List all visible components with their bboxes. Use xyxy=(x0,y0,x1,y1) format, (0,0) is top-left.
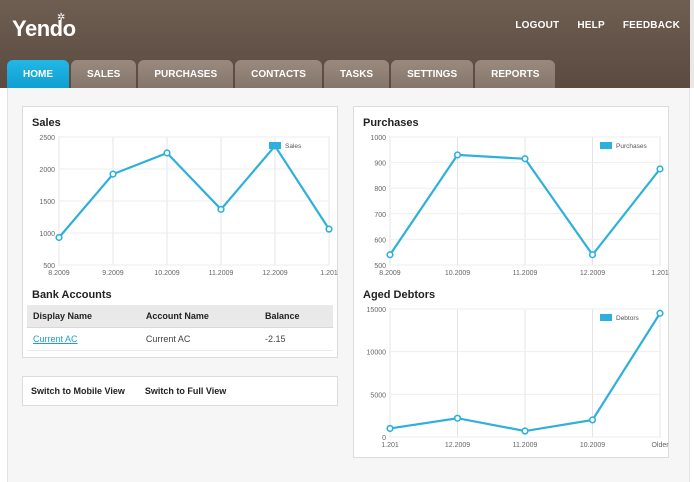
main-tabs: HOME SALES PURCHASES CONTACTS TASKS SETT… xyxy=(7,60,556,88)
legend-label: Debtors xyxy=(616,315,640,322)
right-panel: Purchases 8.2009 10.2009 11.2009 12.2009 1.2… xyxy=(353,106,669,458)
bank-table-header-row: Display Name Account Name Balance xyxy=(27,305,333,328)
data-point xyxy=(386,251,394,259)
left-panel: Sales 8.2009 9.2009 10.2009 11.2009 12.2009 1… xyxy=(22,106,338,358)
switch-mobile-link[interactable]: Switch to Mobile View xyxy=(31,386,125,396)
app-logo[interactable]: Yendo xyxy=(12,16,76,42)
y-tick-label: 0 xyxy=(382,435,386,442)
data-point xyxy=(656,309,664,317)
bank-accounts-title: Bank Accounts xyxy=(32,289,112,301)
logout-link[interactable]: LOGOUT xyxy=(515,20,559,31)
data-point xyxy=(521,427,529,435)
y-tick-label: 500 xyxy=(374,263,386,270)
x-tick-label: 8.2009 xyxy=(379,270,401,277)
col-account-name[interactable]: Account Name xyxy=(139,305,260,328)
legend-swatch xyxy=(600,314,612,321)
y-tick-label: 2500 xyxy=(39,135,55,142)
cell-balance: -2.15 xyxy=(259,327,333,351)
tab-settings[interactable]: SETTINGS xyxy=(391,60,474,88)
x-tick-label: 10.2009 xyxy=(154,270,179,277)
top-header: Yendo ✲ LOGOUT HELP FEEDBACK HOME SALES … xyxy=(0,0,694,88)
legend-label: Sales xyxy=(285,143,302,150)
aged-debtors-title: Aged Debtors xyxy=(363,289,436,301)
y-tick-label: 10000 xyxy=(367,350,387,357)
current-ac-link[interactable]: Current AC xyxy=(33,334,78,344)
legend-swatch xyxy=(269,142,281,149)
switch-full-link[interactable]: Switch to Full View xyxy=(145,386,226,396)
x-tick-label: 10.2009 xyxy=(580,442,605,449)
cell-display-name: Current AC xyxy=(27,327,140,351)
data-point xyxy=(588,416,597,424)
col-balance[interactable]: Balance xyxy=(259,305,333,328)
data-point xyxy=(656,165,664,173)
data-point xyxy=(55,233,63,242)
data-point xyxy=(109,170,117,178)
dashboard-content: Sales 8.2009 9.2009 10.2009 11.2009 12.2009 1… xyxy=(7,88,690,482)
y-tick-label: 800 xyxy=(374,186,386,193)
purchases-title: Purchases xyxy=(363,117,419,129)
purchases-chart: 8.2009 10.2009 11.2009 12.2009 1.201 500 600 70… xyxy=(370,135,669,277)
y-tick-label: 1500 xyxy=(39,199,55,206)
x-tick-label: 12.2009 xyxy=(262,270,287,277)
data-point xyxy=(588,251,597,259)
logo-star-icon: ✲ xyxy=(57,12,66,23)
data-point xyxy=(386,424,394,433)
x-tick-label: 12.2009 xyxy=(580,270,605,277)
y-tick-label: 1000 xyxy=(370,135,386,142)
x-tick-label: 12.2009 xyxy=(445,442,470,449)
col-display-name[interactable]: Display Name xyxy=(27,305,140,328)
tab-purchases[interactable]: PURCHASES xyxy=(138,60,234,88)
legend-swatch xyxy=(600,142,612,149)
y-tick-label: 700 xyxy=(374,212,386,219)
data-point xyxy=(453,414,462,422)
x-tick-label: 1.201 xyxy=(320,270,338,277)
x-tick-label: 1.201 xyxy=(651,270,669,277)
y-tick-label: 500 xyxy=(43,263,55,270)
help-link[interactable]: HELP xyxy=(577,20,604,31)
sales-chart: 8.2009 9.2009 10.2009 11.2009 12.2009 1.201 50… xyxy=(39,135,338,277)
data-point xyxy=(163,149,171,157)
x-tick-label: 1.201 xyxy=(381,442,399,449)
tab-home[interactable]: HOME xyxy=(7,60,69,88)
sales-title: Sales xyxy=(32,117,61,129)
x-tick-label: 9.2009 xyxy=(102,270,124,277)
tab-reports[interactable]: REPORTS xyxy=(475,60,556,88)
view-switch-bar: Switch to Mobile View Switch to Full Vie… xyxy=(22,376,338,406)
y-tick-label: 15000 xyxy=(367,307,387,314)
legend-label: Purchases xyxy=(616,143,647,150)
x-tick-label: 11.2009 xyxy=(513,442,538,449)
data-point xyxy=(453,151,462,159)
y-tick-label: 900 xyxy=(374,161,386,168)
data-point xyxy=(325,225,333,233)
tab-tasks[interactable]: TASKS xyxy=(323,60,390,88)
y-tick-label: 1000 xyxy=(39,231,55,238)
table-row: Current AC Current AC -2.15 xyxy=(27,327,333,351)
bank-accounts-table: Display Name Account Name Balance Curren… xyxy=(27,305,333,351)
data-point xyxy=(521,155,529,163)
tab-sales[interactable]: SALES xyxy=(71,60,137,88)
data-point xyxy=(217,205,225,213)
aged-debtors-chart: 1.201 12.2009 11.2009 10.2009 Older 0 5000 1000… xyxy=(367,307,670,449)
cell-account-name: Current AC xyxy=(139,327,260,351)
y-tick-label: 5000 xyxy=(370,392,386,399)
x-tick-label: 8.2009 xyxy=(48,270,70,277)
y-tick-label: 2000 xyxy=(39,167,55,174)
y-tick-label: 600 xyxy=(374,237,386,244)
feedback-link[interactable]: FEEDBACK xyxy=(623,20,680,31)
x-tick-label: 10.2009 xyxy=(445,270,470,277)
tab-contacts[interactable]: CONTACTS xyxy=(235,60,322,88)
x-tick-label: 11.2009 xyxy=(209,270,234,277)
x-tick-label: 11.2009 xyxy=(513,270,538,277)
x-tick-label: Older xyxy=(651,442,669,449)
header-links: LOGOUT HELP FEEDBACK xyxy=(515,20,680,31)
